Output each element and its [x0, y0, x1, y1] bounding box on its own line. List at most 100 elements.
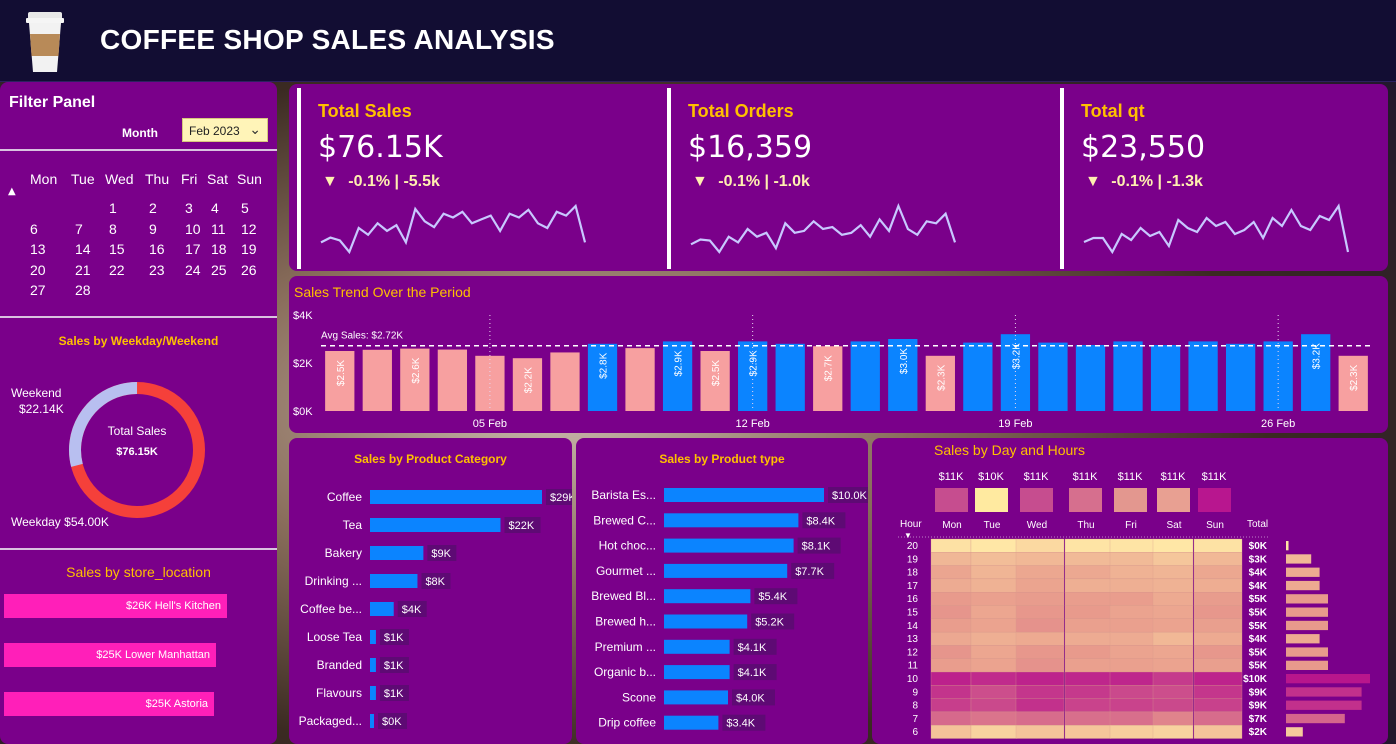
- heatmap-cell[interactable]: [1152, 711, 1194, 726]
- heatmap-cell[interactable]: [1193, 645, 1243, 659]
- trend-bar[interactable]: [437, 349, 468, 411]
- heatmap-cell[interactable]: [970, 725, 1018, 739]
- calendar-day[interactable]: 11: [211, 221, 226, 237]
- heatmap-cell[interactable]: [970, 578, 1018, 593]
- heatmap-cell[interactable]: [1064, 671, 1112, 686]
- category-bar[interactable]: [370, 602, 394, 616]
- heatmap-cell[interactable]: [1015, 578, 1065, 593]
- heatmap-cell[interactable]: [970, 565, 1018, 580]
- row-total-bar[interactable]: [1286, 594, 1328, 604]
- heatmap-cell[interactable]: [1109, 592, 1155, 606]
- column-total-tile[interactable]: [935, 488, 968, 512]
- calendar-day[interactable]: 5: [241, 200, 249, 216]
- calendar-day[interactable]: 21: [75, 262, 91, 278]
- month-dropdown[interactable]: Feb 2023 ⌄: [182, 118, 268, 142]
- heatmap-cell[interactable]: [930, 698, 972, 713]
- calendar-day[interactable]: 25: [211, 262, 227, 278]
- heatmap-cell[interactable]: [1015, 618, 1065, 633]
- row-total-bar[interactable]: [1286, 687, 1362, 697]
- heatmap-cell[interactable]: [1015, 552, 1065, 566]
- heatmap-cell[interactable]: [1193, 538, 1243, 553]
- heatmap-cell[interactable]: [970, 592, 1018, 606]
- heatmap-cell[interactable]: [1015, 725, 1065, 739]
- heatmap-cell[interactable]: [1193, 725, 1243, 739]
- heatmap-cell[interactable]: [1015, 631, 1065, 646]
- heatmap-cell[interactable]: [1152, 698, 1194, 713]
- heatmap-cell[interactable]: [1015, 658, 1065, 673]
- heatmap-cell[interactable]: [1109, 698, 1155, 713]
- heatmap-cell[interactable]: [1015, 538, 1065, 553]
- heatmap-cell[interactable]: [1015, 592, 1065, 606]
- heatmap-cell[interactable]: [1064, 711, 1112, 726]
- heatmap-cell[interactable]: [1015, 565, 1065, 580]
- heatmap-cell[interactable]: [1193, 671, 1243, 686]
- calendar-day[interactable]: 2: [149, 200, 157, 216]
- calendar-day[interactable]: 9: [149, 221, 157, 237]
- category-bar[interactable]: [370, 686, 376, 700]
- category-bar[interactable]: [664, 665, 730, 680]
- row-total-bar[interactable]: [1286, 567, 1320, 577]
- heatmap-cell[interactable]: [1064, 578, 1112, 593]
- calendar-day[interactable]: 22: [109, 262, 125, 278]
- heatmap-cell[interactable]: [1109, 552, 1155, 566]
- calendar-day[interactable]: 10: [185, 221, 201, 237]
- heatmap-cell[interactable]: [930, 578, 972, 593]
- heatmap-cell[interactable]: [970, 538, 1018, 553]
- heatmap-cell[interactable]: [970, 605, 1018, 619]
- heatmap-cell[interactable]: [1109, 578, 1155, 593]
- heatmap-cell[interactable]: [1109, 725, 1155, 739]
- heatmap-cell[interactable]: [930, 565, 972, 580]
- calendar-day[interactable]: 17: [185, 241, 201, 257]
- heatmap-cell[interactable]: [1064, 685, 1112, 699]
- row-total-bar[interactable]: [1286, 580, 1320, 591]
- sort-desc-icon[interactable]: ▼: [904, 531, 912, 540]
- heatmap-cell[interactable]: [970, 645, 1018, 659]
- calendar-day[interactable]: 12: [241, 221, 257, 237]
- heatmap-cell[interactable]: [970, 631, 1018, 646]
- heatmap-cell[interactable]: [1193, 685, 1243, 699]
- calendar-day[interactable]: 26: [241, 262, 257, 278]
- heatmap-cell[interactable]: [930, 658, 972, 673]
- column-total-tile[interactable]: [1198, 488, 1231, 512]
- trend-bar[interactable]: [1188, 341, 1218, 411]
- heatmap-cell[interactable]: [1109, 538, 1155, 553]
- heatmap-cell[interactable]: [1152, 725, 1194, 739]
- heatmap-cell[interactable]: [1109, 565, 1155, 580]
- category-bar[interactable]: [664, 715, 719, 730]
- row-total-bar[interactable]: [1286, 713, 1345, 724]
- calendar-day[interactable]: 13: [30, 241, 46, 257]
- heatmap-cell[interactable]: [1064, 552, 1112, 566]
- row-total-bar[interactable]: [1286, 541, 1289, 551]
- store-bar[interactable]: $26K Hell's Kitchen: [4, 594, 227, 618]
- calendar-day[interactable]: 28: [75, 282, 91, 298]
- calendar-day[interactable]: 24: [185, 262, 201, 278]
- trend-bar[interactable]: [1038, 342, 1068, 411]
- category-bar[interactable]: [664, 690, 728, 705]
- calendar-day[interactable]: 14: [75, 241, 91, 257]
- kpi-sparkline[interactable]: [689, 196, 957, 256]
- product-type-chart[interactable]: Barista Es... $10.0K Brewed C... $8.4K Hot c…: [576, 438, 868, 744]
- trend-bar[interactable]: [625, 348, 655, 411]
- product-category-chart[interactable]: Coffee $29K Tea $22K Bakery $9K Drinking ... $8…: [289, 438, 572, 744]
- heatmap-cell[interactable]: [930, 552, 972, 566]
- heatmap-cell[interactable]: [1109, 645, 1155, 659]
- heatmap-cell[interactable]: [970, 698, 1018, 713]
- calendar-day[interactable]: 7: [75, 221, 83, 237]
- calendar-day[interactable]: 15: [109, 241, 125, 257]
- trend-bar[interactable]: [362, 349, 392, 411]
- trend-bar[interactable]: [550, 352, 580, 411]
- heatmap-cell[interactable]: [1152, 605, 1194, 619]
- heatmap-cell[interactable]: [930, 605, 972, 619]
- heatmap-cell[interactable]: [970, 618, 1018, 633]
- heatmap-cell[interactable]: [1193, 592, 1243, 606]
- heatmap-cell[interactable]: [930, 671, 972, 686]
- row-total-bar[interactable]: [1286, 634, 1320, 644]
- category-bar[interactable]: [370, 518, 501, 532]
- heatmap-cell[interactable]: [1015, 711, 1065, 726]
- heatmap-cell[interactable]: [970, 671, 1018, 686]
- day-hours-heatmap[interactable]: $11KMon$10KTue$11KWed$11KThu$11KFri$11KS…: [872, 438, 1388, 744]
- kpi-sparkline[interactable]: [1082, 196, 1350, 256]
- column-total-tile[interactable]: [1069, 488, 1102, 512]
- trend-bar[interactable]: [1225, 343, 1256, 411]
- heatmap-cell[interactable]: [1015, 605, 1065, 619]
